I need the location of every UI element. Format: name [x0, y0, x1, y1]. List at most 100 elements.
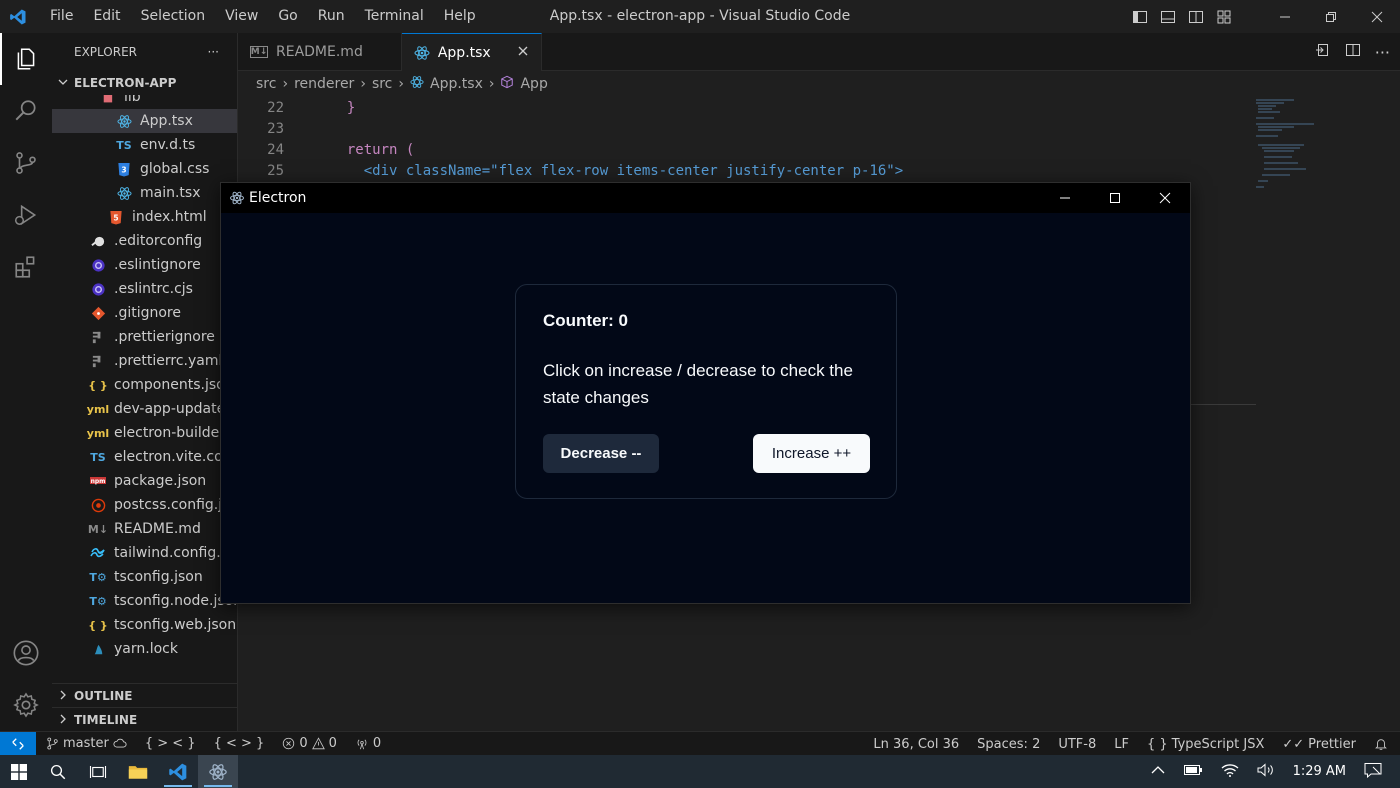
tab-readme[interactable]: M↓ README.md — [238, 33, 402, 71]
extensions-icon[interactable] — [0, 241, 52, 293]
customize-layout-icon[interactable] — [1216, 9, 1232, 25]
menu-file[interactable]: File — [40, 0, 83, 33]
file-row[interactable]: tailwind.config.js — [52, 541, 237, 565]
menu-help[interactable]: Help — [434, 0, 486, 33]
decrease-button[interactable]: Decrease -- — [543, 434, 659, 473]
menu-view[interactable]: View — [215, 0, 268, 33]
file-row[interactable]: .gitignore — [52, 301, 237, 325]
encoding[interactable]: UTF-8 — [1058, 737, 1096, 752]
project-folder-header[interactable]: ELECTRON-APP — [52, 71, 237, 95]
minimize-icon[interactable] — [1262, 0, 1308, 33]
code-editor[interactable]: 22 } 23 24 return ( 25 <div className="f… — [238, 97, 1248, 181]
menu-run[interactable]: Run — [308, 0, 355, 33]
eslint-icon — [90, 281, 106, 297]
branch-status[interactable]: master — [46, 736, 127, 751]
close-tab-icon[interactable] — [517, 45, 529, 61]
outline-section[interactable]: OUTLINE — [52, 683, 237, 707]
warning-count: 0 — [328, 736, 337, 751]
tab-app-tsx[interactable]: App.tsx — [401, 33, 542, 71]
cursor-position[interactable]: Ln 36, Col 36 — [873, 737, 959, 752]
clock[interactable]: 1:29 AM — [1293, 764, 1346, 779]
close-window-icon[interactable] — [1354, 0, 1400, 33]
breadcrumb-item[interactable]: renderer — [294, 76, 354, 92]
file-row[interactable]: .eslintignore — [52, 253, 237, 277]
breadcrumb-item[interactable]: src — [372, 76, 392, 92]
restore-icon[interactable] — [1308, 0, 1354, 33]
electron-taskbar-icon[interactable] — [198, 755, 238, 788]
battery-icon[interactable] — [1183, 764, 1203, 780]
menu-selection[interactable]: Selection — [131, 0, 216, 33]
file-name: env.d.ts — [140, 137, 196, 153]
file-row[interactable]: ymlelectron-builder.yml — [52, 421, 237, 445]
file-row[interactable]: TS env.d.ts — [52, 133, 237, 157]
taskbar-search-icon[interactable] — [38, 755, 78, 788]
timeline-section[interactable]: TIMELINE — [52, 707, 237, 731]
file-row[interactable]: postcss.config.js — [52, 493, 237, 517]
file-row[interactable]: T⚙ tsconfig.node.json — [52, 589, 237, 613]
toggle-panel-icon[interactable] — [1160, 9, 1176, 25]
menu-edit[interactable]: Edit — [83, 0, 130, 33]
file-row[interactable]: yarn.lock — [52, 637, 237, 661]
close-window-icon[interactable] — [1140, 183, 1190, 213]
file-row[interactable]: { } tsconfig.web.json — [52, 613, 237, 637]
windows-start-icon[interactable] — [0, 755, 38, 788]
notification-center-icon[interactable] — [1364, 762, 1382, 782]
increase-button[interactable]: Increase ++ — [753, 434, 870, 473]
braces-status[interactable]: { < > } — [214, 736, 265, 751]
file-row[interactable]: TSelectron.vite.config.ts — [52, 445, 237, 469]
settings-gear-icon[interactable] — [0, 679, 52, 731]
explorer-icon[interactable] — [0, 33, 52, 85]
remote-indicator-icon[interactable] — [0, 731, 36, 756]
open-preview-icon[interactable] — [1315, 42, 1331, 62]
search-icon[interactable] — [0, 85, 52, 137]
breadcrumb-item[interactable]: App.tsx — [430, 76, 483, 92]
file-row[interactable]: .prettierignore — [52, 325, 237, 349]
minimap[interactable] — [1254, 97, 1354, 197]
file-row[interactable]: .eslintrc.cjs — [52, 277, 237, 301]
volume-icon[interactable] — [1257, 762, 1275, 781]
folder-row-lib[interactable]: ■ lib — [52, 95, 237, 109]
toggle-secondary-sidebar-icon[interactable] — [1188, 9, 1204, 25]
wifi-icon[interactable] — [1221, 763, 1239, 781]
vscode-taskbar-icon[interactable] — [158, 755, 198, 788]
file-row[interactable]: 3 global.css — [52, 157, 237, 181]
problems-status[interactable]: 0 0 — [282, 736, 337, 751]
split-editor-icon[interactable] — [1345, 42, 1361, 62]
yarn-icon — [90, 641, 106, 657]
language-mode[interactable]: { } TypeScript JSX — [1147, 737, 1264, 752]
file-row[interactable]: { } components.json — [52, 373, 237, 397]
menu-terminal[interactable]: Terminal — [355, 0, 434, 33]
formatter-status[interactable]: ✓✓ Prettier — [1282, 737, 1356, 752]
file-row[interactable]: M↓ README.md — [52, 517, 237, 541]
task-view-icon[interactable] — [78, 755, 118, 788]
breadcrumb-item[interactable]: src — [256, 76, 276, 92]
breadcrumb-item[interactable]: App — [520, 76, 547, 92]
more-actions-icon[interactable]: ··· — [208, 45, 219, 59]
file-row[interactable]: 5 index.html — [52, 205, 237, 229]
file-explorer-icon[interactable] — [118, 755, 158, 788]
file-row[interactable]: .prettierrc.yaml — [52, 349, 237, 373]
maximize-icon[interactable] — [1090, 183, 1140, 213]
chevron-up-icon[interactable] — [1151, 764, 1165, 779]
file-row[interactable]: main.tsx — [52, 181, 237, 205]
file-row[interactable]: App.tsx — [52, 109, 237, 133]
end-of-line[interactable]: LF — [1114, 737, 1129, 752]
tailwind-icon — [90, 545, 106, 561]
braces-status[interactable]: { > < } — [145, 736, 196, 751]
notifications-bell-icon[interactable] — [1374, 737, 1388, 751]
indentation[interactable]: Spaces: 2 — [977, 737, 1040, 752]
source-control-icon[interactable] — [0, 137, 52, 189]
accounts-icon[interactable] — [0, 627, 52, 679]
menu-go[interactable]: Go — [268, 0, 307, 33]
breadcrumb: src › renderer › src › App.tsx › App — [238, 71, 1400, 97]
more-actions-icon[interactable]: ··· — [1375, 43, 1390, 62]
minimize-icon[interactable] — [1040, 183, 1090, 213]
file-row[interactable]: npm package.json — [52, 469, 237, 493]
file-row[interactable]: ymldev-app-update.yml — [52, 397, 237, 421]
line-number: 22 — [267, 99, 284, 116]
ports-status[interactable]: 0 — [355, 736, 381, 751]
run-debug-icon[interactable] — [0, 189, 52, 241]
file-row[interactable]: T⚙ tsconfig.json — [52, 565, 237, 589]
toggle-sidebar-icon[interactable] — [1132, 9, 1148, 25]
file-row[interactable]: .editorconfig — [52, 229, 237, 253]
